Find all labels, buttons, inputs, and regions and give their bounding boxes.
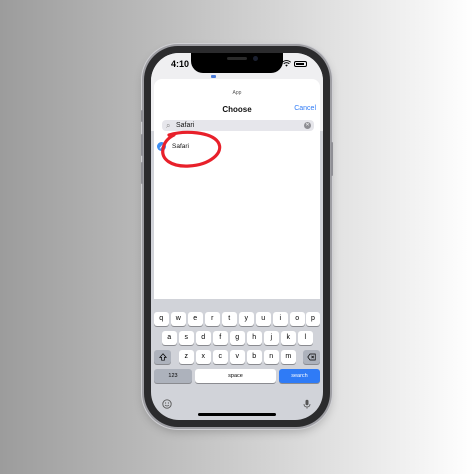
key-c[interactable]: c — [213, 350, 228, 364]
mute-switch — [141, 110, 143, 122]
emoji-icon[interactable] — [162, 399, 172, 409]
key-m[interactable]: m — [281, 350, 296, 364]
home-indicator[interactable] — [198, 413, 276, 416]
search-key[interactable]: search — [279, 369, 320, 383]
key-n[interactable]: n — [264, 350, 279, 364]
key-l[interactable]: l — [298, 331, 313, 345]
key-u[interactable]: u — [256, 312, 271, 326]
shift-icon — [158, 353, 167, 361]
key-x[interactable]: x — [196, 350, 211, 364]
notch — [191, 53, 283, 73]
behind-sheet-accent — [211, 75, 216, 78]
choose-app-sheet: App Choose Cancel ⌕ Safari ✕ Safari — [154, 79, 320, 299]
delete-key[interactable] — [303, 350, 320, 364]
screen: 4:10 App Choose Cancel ⌕ Safari ✕ Safari — [151, 53, 323, 420]
status-icons — [282, 60, 307, 67]
red-highlight-circle — [161, 130, 222, 168]
keyboard-row-4: 123 space search — [151, 369, 323, 383]
key-h[interactable]: h — [247, 331, 262, 345]
side-button — [331, 142, 333, 176]
key-p[interactable]: p — [306, 312, 320, 326]
key-v[interactable]: v — [230, 350, 245, 364]
backspace-icon — [307, 353, 316, 361]
key-a[interactable]: a — [162, 331, 177, 345]
speaker — [227, 57, 247, 60]
space-key[interactable]: space — [195, 369, 276, 383]
key-j[interactable]: j — [264, 331, 279, 345]
clear-search-icon[interactable]: ✕ — [304, 122, 311, 129]
microphone-icon[interactable] — [302, 399, 312, 409]
cancel-button[interactable]: Cancel — [294, 105, 316, 112]
key-s[interactable]: s — [179, 331, 194, 345]
key-q[interactable]: q — [154, 312, 169, 326]
key-g[interactable]: g — [230, 331, 245, 345]
key-z[interactable]: z — [179, 350, 194, 364]
key-i[interactable]: i — [273, 312, 288, 326]
status-time: 4:10 — [171, 59, 190, 69]
sheet-context-label: App — [232, 90, 242, 96]
key-o[interactable]: o — [290, 312, 305, 326]
numbers-key[interactable]: 123 — [154, 369, 192, 383]
keyboard-row-1: q w e r t y u i o p — [151, 312, 323, 326]
key-y[interactable]: y — [239, 312, 254, 326]
battery-icon — [294, 60, 307, 67]
key-k[interactable]: k — [281, 331, 296, 345]
key-f[interactable]: f — [213, 331, 228, 345]
keyboard-row-3: z x c v b n m — [151, 350, 323, 364]
keyboard-row-2: a s d f g h j k l — [151, 331, 323, 345]
key-e[interactable]: e — [188, 312, 203, 326]
key-r[interactable]: r — [205, 312, 220, 326]
volume-down-button — [141, 162, 143, 184]
key-t[interactable]: t — [222, 312, 237, 326]
key-b[interactable]: b — [247, 350, 262, 364]
iphone-frame: 4:10 App Choose Cancel ⌕ Safari ✕ Safari — [141, 46, 333, 427]
key-d[interactable]: d — [196, 331, 211, 345]
volume-up-button — [141, 134, 143, 156]
camera — [253, 56, 258, 61]
key-w[interactable]: w — [171, 312, 186, 326]
shift-key[interactable] — [154, 350, 171, 364]
wifi-icon — [282, 60, 291, 67]
